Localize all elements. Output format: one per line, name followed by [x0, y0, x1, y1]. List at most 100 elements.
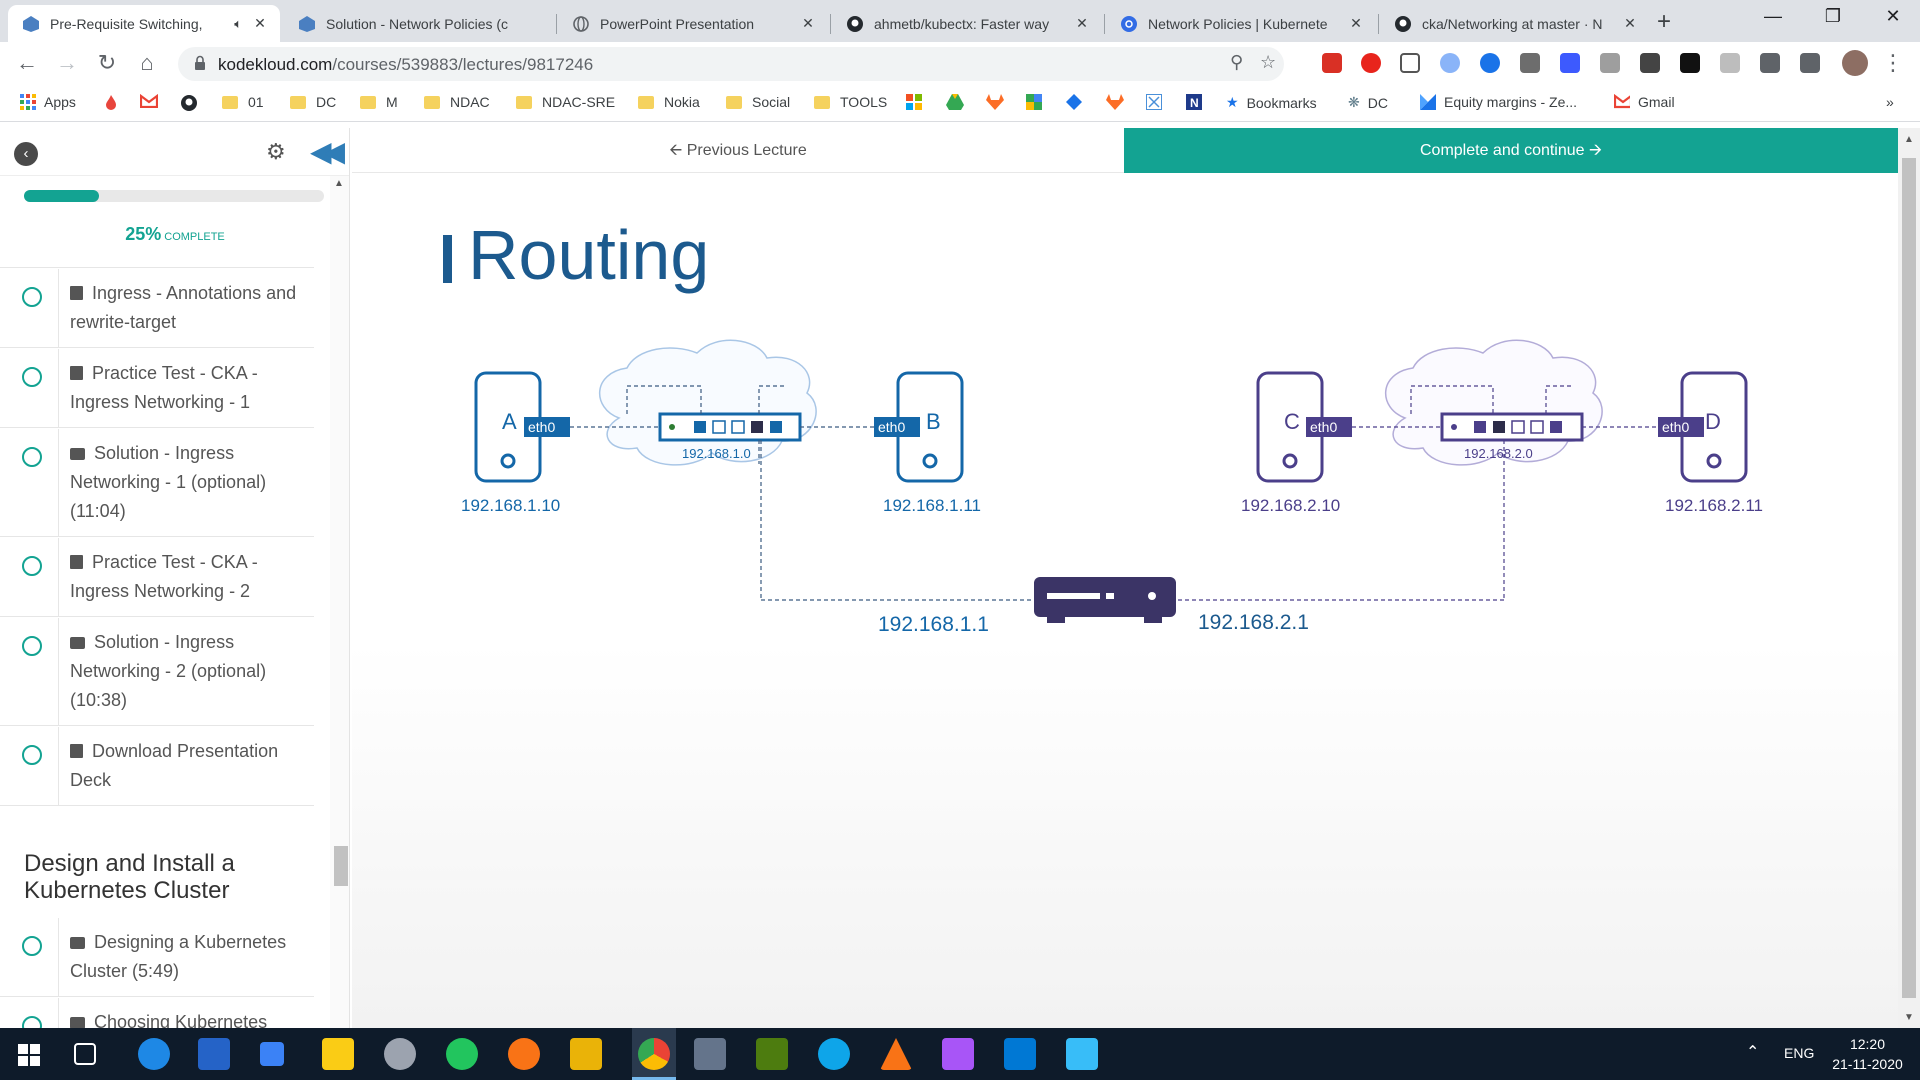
bookmark-maps-icon[interactable]: [1026, 94, 1042, 110]
sidebar-scroll-thumb[interactable]: [334, 846, 348, 886]
home-icon[interactable]: ⌂: [132, 50, 162, 76]
extension-cross-tools-icon[interactable]: [1400, 53, 1420, 73]
bookmark-network-icon[interactable]: [1146, 94, 1162, 110]
close-tab-icon[interactable]: ✕: [1346, 15, 1366, 32]
network-tool-icon[interactable]: [694, 1038, 726, 1070]
lesson-status-circle[interactable]: [22, 367, 42, 387]
tray-language[interactable]: ENG: [1784, 1045, 1814, 1061]
windows-start-icon[interactable]: [18, 1044, 40, 1066]
bookmark-folder-ndac[interactable]: NDAC: [424, 94, 490, 110]
vscode-icon[interactable]: [1004, 1038, 1036, 1070]
powershell-icon[interactable]: [198, 1038, 230, 1070]
lesson-status-circle[interactable]: [22, 556, 42, 576]
reload-icon[interactable]: ↻: [92, 50, 122, 76]
tab-powerpoint-presentation[interactable]: PowerPoint Presentation ✕: [558, 5, 828, 42]
extension-edit-icon[interactable]: [1600, 53, 1620, 73]
speaker-muted-icon[interactable]: 🔈︎: [234, 16, 242, 32]
whatsapp-icon[interactable]: [446, 1038, 478, 1070]
tab-kubectx-github[interactable]: ahmetb/kubectx: Faster way ✕: [832, 5, 1102, 42]
sticky-notes-icon[interactable]: [322, 1038, 354, 1070]
close-tab-icon[interactable]: ✕: [1620, 15, 1640, 32]
bookmark-n-icon[interactable]: N: [1186, 94, 1202, 110]
lesson-status-circle[interactable]: [22, 636, 42, 656]
main-scroll-thumb[interactable]: [1902, 158, 1916, 998]
bookmark-star-icon[interactable]: ☆: [1260, 52, 1276, 73]
lesson-item[interactable]: Ingress - Annotations and rewrite-target: [0, 269, 314, 348]
extension-screen-icon[interactable]: [1560, 53, 1580, 73]
bookmark-folder-social[interactable]: Social: [726, 94, 790, 110]
tab-network-policies-kubernetes[interactable]: Network Policies | Kubernete ✕: [1106, 5, 1376, 42]
bookmark-dc[interactable]: ❋ DC: [1348, 94, 1388, 111]
bookmark-folder-m[interactable]: M: [360, 94, 398, 110]
back-to-course-icon[interactable]: ‹: [14, 142, 38, 166]
bookmark-drive-icon[interactable]: [946, 94, 964, 110]
lesson-status-circle[interactable]: [22, 745, 42, 765]
file-explorer-icon[interactable]: [570, 1038, 602, 1070]
close-tab-icon[interactable]: ✕: [798, 15, 818, 32]
back-arrow-icon[interactable]: ←: [12, 50, 42, 76]
chrome-taskbar-button[interactable]: [632, 1028, 676, 1080]
edge-browser-icon[interactable]: [138, 1038, 170, 1070]
todo-check-icon[interactable]: [260, 1042, 284, 1066]
zoom-icon[interactable]: ⚲: [1230, 52, 1243, 73]
bookmark-diamond-icon[interactable]: [1066, 94, 1082, 110]
tray-chevron-up-icon[interactable]: ⌃: [1746, 1042, 1759, 1062]
address-bar[interactable]: kodekloud.com/courses/539883/lectures/98…: [178, 47, 1284, 81]
lesson-item[interactable]: Solution - Ingress Networking - 1 (optio…: [0, 429, 314, 537]
extensions-puzzle-icon[interactable]: [1760, 53, 1780, 73]
extension-pen-icon[interactable]: [1640, 53, 1660, 73]
extension-red-book-icon[interactable]: [1322, 53, 1342, 73]
lesson-item[interactable]: Designing a Kubernetes Cluster (5:49): [0, 918, 314, 997]
bookmark-apps[interactable]: Apps: [20, 94, 76, 110]
vlc-icon[interactable]: [880, 1038, 912, 1070]
lesson-status-circle[interactable]: [22, 287, 42, 307]
bookmark-equity-margins[interactable]: Equity margins - Ze...: [1420, 94, 1577, 110]
tab-solution-network-policies[interactable]: Solution - Network Policies (c: [284, 5, 554, 42]
snipping-tool-icon[interactable]: [384, 1038, 416, 1070]
close-tab-icon[interactable]: ✕: [250, 15, 270, 32]
lesson-status-circle[interactable]: [22, 936, 42, 956]
bookmark-flame-icon[interactable]: [104, 94, 118, 110]
bookmark-gmail[interactable]: Gmail: [1614, 94, 1675, 110]
bookmark-gmail-icon[interactable]: [140, 94, 158, 108]
search-tool-icon[interactable]: [508, 1038, 540, 1070]
tray-clock[interactable]: 12:20 21-11-2020: [1820, 1034, 1915, 1074]
lesson-status-circle[interactable]: [22, 1016, 42, 1028]
bookmark-microsoft-icon[interactable]: [906, 94, 922, 110]
previous-lecture-button[interactable]: 🡨 Previous Lecture: [352, 128, 1124, 173]
extension-blue-circle-icon[interactable]: [1440, 53, 1460, 73]
menu-kebab-icon[interactable]: ⋮: [1878, 50, 1908, 76]
close-tab-icon[interactable]: ✕: [1072, 15, 1092, 32]
more-bookmarks-chevron-icon[interactable]: »: [1886, 94, 1894, 110]
lesson-item[interactable]: Practice Test - CKA - Ingress Networking…: [0, 349, 314, 428]
lesson-status-circle[interactable]: [22, 447, 42, 467]
extension-shield-icon[interactable]: [1480, 53, 1500, 73]
lesson-item[interactable]: Choosing Kubernetes: [0, 998, 314, 1028]
bookmark-gitlab-icon[interactable]: [986, 94, 1004, 110]
task-view-icon[interactable]: [74, 1043, 96, 1065]
scroll-up-icon[interactable]: ▲: [1904, 134, 1914, 145]
extension-opera-icon[interactable]: [1361, 53, 1381, 73]
bookmark-folder-nokia[interactable]: Nokia: [638, 94, 700, 110]
new-tab-button[interactable]: +: [1657, 8, 1671, 36]
restore-window-icon[interactable]: ❐: [1810, 6, 1856, 27]
sidebar-scrollbar[interactable]: ▲: [330, 176, 349, 1028]
forward-arrow-icon[interactable]: →: [52, 50, 82, 76]
extension-dropper-icon[interactable]: [1520, 53, 1540, 73]
main-scrollbar[interactable]: ▲ ▼: [1898, 128, 1920, 1028]
tab-cka-networking-github[interactable]: cka/Networking at master · N ✕: [1380, 5, 1650, 42]
gear-icon[interactable]: ⚙: [266, 139, 286, 165]
lesson-item[interactable]: Download Presentation Deck: [0, 727, 314, 806]
media-queue-icon[interactable]: [1800, 53, 1820, 73]
extension-clipboard-icon[interactable]: [1720, 53, 1740, 73]
lesson-item[interactable]: Solution - Ingress Networking - 2 (optio…: [0, 618, 314, 726]
profile-avatar[interactable]: [1842, 50, 1868, 76]
photos-icon[interactable]: [1066, 1038, 1098, 1070]
scroll-down-icon[interactable]: ▼: [1904, 1012, 1914, 1023]
edge-dev-icon[interactable]: [818, 1038, 850, 1070]
minimize-window-icon[interactable]: —: [1750, 6, 1796, 27]
complete-and-continue-button[interactable]: Complete and continue 🡪: [1124, 128, 1898, 173]
git-tool-icon[interactable]: [942, 1038, 974, 1070]
close-window-icon[interactable]: ✕: [1870, 6, 1916, 27]
chart-app-icon[interactable]: [756, 1038, 788, 1070]
